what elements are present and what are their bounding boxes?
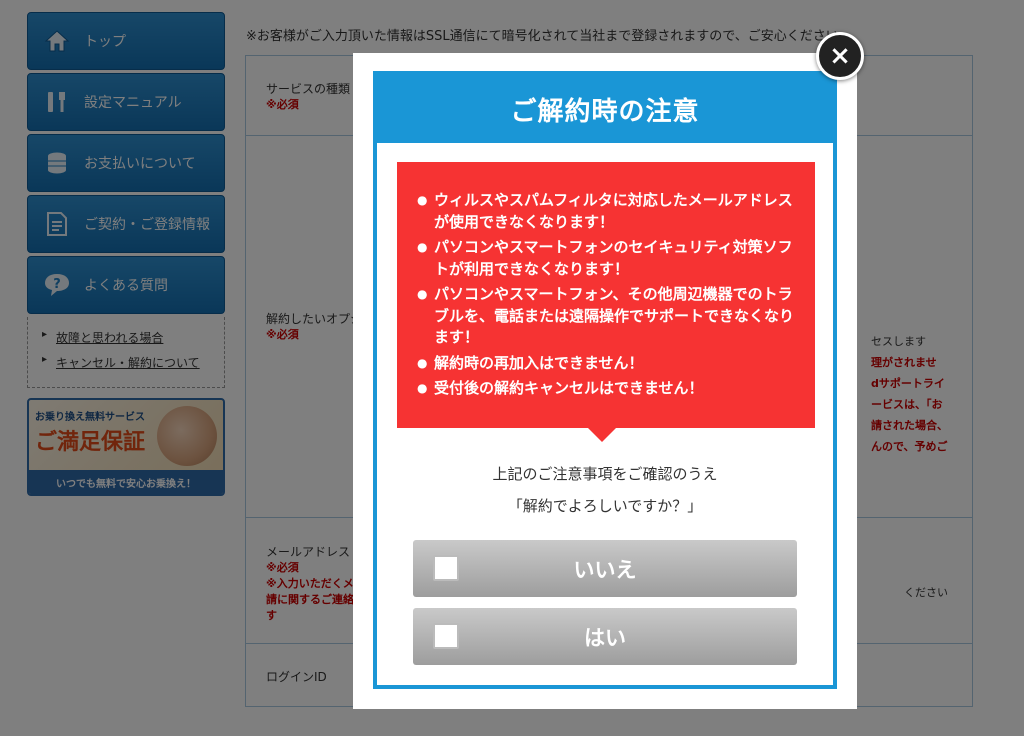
warning-box: ウィルスやスパムフィルタに対応したメールアドレスが使用できなくなります！ パソコ…	[397, 162, 815, 442]
yes-button-label: はい	[584, 625, 626, 650]
confirm-text-line1: 上記のご注意事項をご確認のうえ	[492, 465, 718, 483]
checkbox-icon	[433, 623, 459, 649]
confirm-text-line2: 「解約でよろしいですか？」	[507, 497, 703, 515]
cancel-warning-panel: ご解約時の注意 ウィルスやスパムフィルタに対応したメールアドレスが使用できなくな…	[373, 71, 837, 689]
yes-button[interactable]: はい	[413, 608, 797, 665]
warning-item: パソコンやスマートフォンのセイキュリティ対策ソフトが利用できなくなります！	[417, 237, 797, 280]
close-icon[interactable]: ×	[816, 32, 864, 80]
warning-item: ウィルスやスパムフィルタに対応したメールアドレスが使用できなくなります！	[417, 190, 797, 233]
warning-item: 解約時の再加入はできません！	[417, 353, 797, 375]
checkbox-icon	[433, 555, 459, 581]
no-button-label: いいえ	[573, 557, 637, 582]
no-button[interactable]: いいえ	[413, 540, 797, 597]
warning-item: 受付後の解約キャンセルはできません！	[417, 378, 797, 400]
warning-item: パソコンやスマートフォン、その他周辺機器でのトラブルを、電話または遠隔操作でサポ…	[417, 284, 797, 349]
modal-title: ご解約時の注意	[377, 75, 833, 143]
